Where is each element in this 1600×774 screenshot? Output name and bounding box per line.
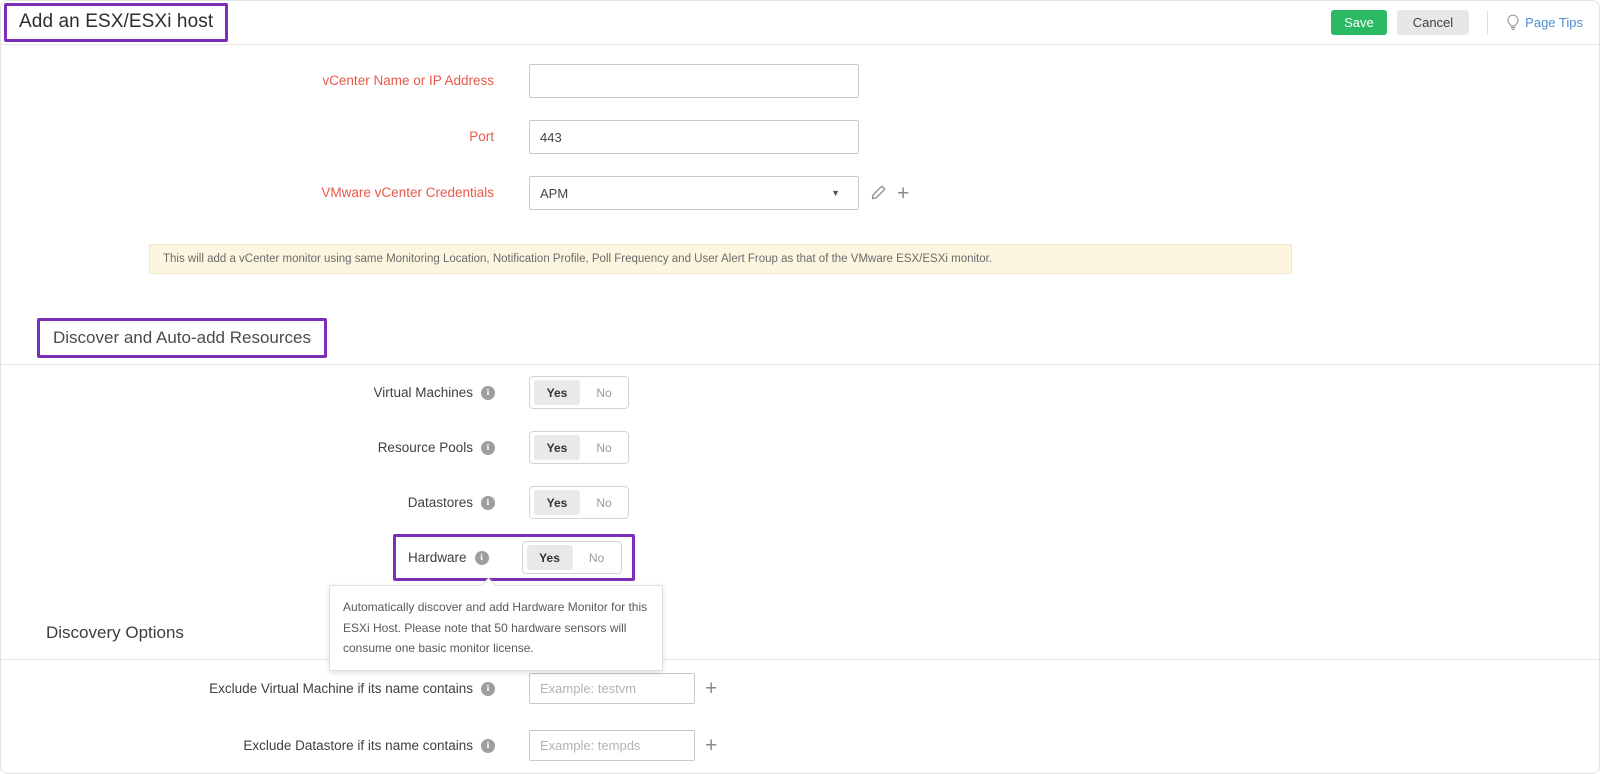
toggle-no-option[interactable]: No: [584, 496, 624, 510]
resource-pools-toggle: Yes No: [529, 431, 629, 464]
exclude-vm-label: Exclude Virtual Machine if its name cont…: [209, 681, 473, 696]
info-icon[interactable]: i: [475, 551, 489, 565]
vcenter-note: This will add a vCenter monitor using sa…: [149, 244, 1292, 274]
info-icon[interactable]: i: [481, 441, 495, 455]
plus-icon: +: [705, 678, 717, 699]
discovery-options-section: Discovery Options Exclude Virtual Machin…: [1, 623, 1599, 774]
info-icon[interactable]: i: [481, 386, 495, 400]
vcenter-form: vCenter Name or IP Address Port VMware v…: [1, 45, 1599, 274]
field-row-port: Port: [1, 120, 1599, 154]
pencil-icon: [871, 184, 887, 203]
toggle-yes-option[interactable]: Yes: [527, 545, 573, 570]
toggle-yes-option[interactable]: Yes: [534, 435, 580, 460]
annotation-highlight-title: Add an ESX/ESXi host: [4, 3, 228, 42]
toggle-row-resource-pools: Resource Pools i Yes No: [1, 420, 1599, 475]
info-icon[interactable]: i: [481, 496, 495, 510]
toggle-no-option[interactable]: No: [584, 441, 624, 455]
annotation-highlight-hardware-row: Hardware i Yes No: [393, 534, 635, 581]
exclude-datastore-input[interactable]: [529, 730, 695, 761]
resource-pools-label: Resource Pools: [378, 440, 473, 455]
credentials-label: VMware vCenter Credentials: [321, 185, 494, 200]
datastores-toggle: Yes No: [529, 486, 629, 519]
info-icon[interactable]: i: [481, 739, 495, 753]
hardware-label: Hardware: [408, 550, 467, 565]
toggle-row-datastores: Datastores i Yes No: [1, 475, 1599, 530]
exclude-datastore-label: Exclude Datastore if its name contains: [243, 738, 473, 753]
add-esx-host-page: Add an ESX/ESXi host Save Cancel Page Ti…: [0, 0, 1600, 774]
exclude-vm-input[interactable]: [529, 673, 695, 704]
plus-icon: +: [897, 183, 909, 204]
vcenter-name-input[interactable]: [529, 64, 859, 98]
hardware-tooltip: Automatically discover and add Hardware …: [329, 585, 663, 671]
virtual-machines-label: Virtual Machines: [373, 385, 473, 400]
toggle-yes-option[interactable]: Yes: [534, 380, 580, 405]
toggle-yes-option[interactable]: Yes: [534, 490, 580, 515]
toggle-row-hardware: Hardware i Yes No: [1, 530, 1599, 585]
exclude-vm-row: Exclude Virtual Machine if its name cont…: [1, 660, 1599, 717]
page-tips-link[interactable]: Page Tips: [1506, 14, 1583, 31]
toggle-no-option[interactable]: No: [584, 386, 624, 400]
field-row-credentials: VMware vCenter Credentials APM ▼ +: [1, 176, 1599, 210]
discover-section-title: Discover and Auto-add Resources: [53, 328, 311, 347]
info-icon[interactable]: i: [481, 682, 495, 696]
add-exclude-vm-button[interactable]: +: [705, 678, 717, 699]
exclude-datastore-row: Exclude Datastore if its name contains i…: [1, 717, 1599, 774]
save-button[interactable]: Save: [1331, 10, 1387, 36]
add-credentials-button[interactable]: +: [897, 183, 909, 204]
discovery-options-title: Discovery Options: [46, 623, 1599, 643]
edit-credentials-button[interactable]: [871, 184, 887, 203]
virtual-machines-toggle: Yes No: [529, 376, 629, 409]
port-label: Port: [469, 129, 494, 144]
cancel-button[interactable]: Cancel: [1397, 10, 1469, 36]
page-title: Add an ESX/ESXi host: [19, 11, 213, 33]
toggle-no-option[interactable]: No: [577, 551, 617, 565]
discover-section: Discover and Auto-add Resources Virtual …: [1, 274, 1599, 585]
lightbulb-icon: [1506, 14, 1520, 31]
vcenter-name-label: vCenter Name or IP Address: [322, 73, 494, 88]
credentials-selected-value: APM: [540, 186, 568, 201]
toggle-row-virtual-machines: Virtual Machines i Yes No: [1, 365, 1599, 420]
top-bar: Add an ESX/ESXi host Save Cancel Page Ti…: [1, 1, 1599, 45]
topbar-actions: Save Cancel Page Tips: [1331, 10, 1583, 36]
add-exclude-datastore-button[interactable]: +: [705, 735, 717, 756]
page-tips-label: Page Tips: [1525, 15, 1583, 30]
annotation-highlight-discover-heading: Discover and Auto-add Resources: [37, 318, 327, 358]
datastores-label: Datastores: [408, 495, 473, 510]
vertical-divider: [1487, 11, 1488, 35]
hardware-toggle: Yes No: [522, 541, 622, 574]
field-row-vcenter-name: vCenter Name or IP Address: [1, 64, 1599, 98]
port-input[interactable]: [529, 120, 859, 154]
credentials-select[interactable]: APM ▼: [529, 176, 859, 210]
chevron-down-icon: ▼: [831, 188, 840, 198]
plus-icon: +: [705, 735, 717, 756]
